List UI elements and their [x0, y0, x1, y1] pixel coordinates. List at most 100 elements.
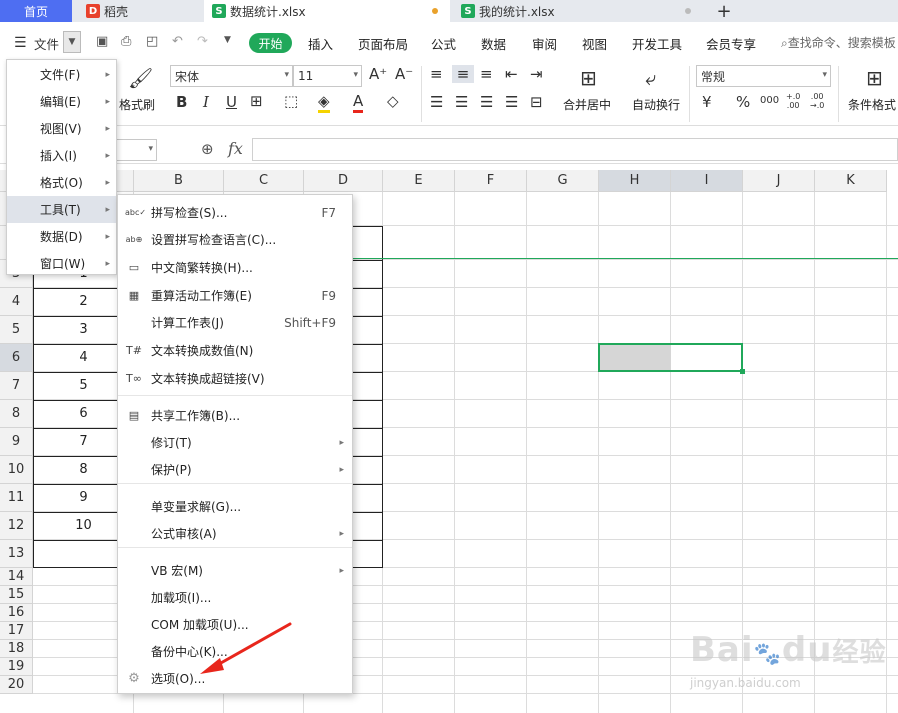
tab-developer[interactable]: 开发工具 — [632, 34, 682, 53]
row-header-20[interactable]: 20 — [0, 676, 33, 694]
tools-menu-item-13[interactable]: VB 宏(M) ▸ — [118, 557, 352, 584]
file-menu-item-1[interactable]: 文件(F) ▸ — [7, 61, 116, 88]
file-menu-item-3[interactable]: 视图(V) ▸ — [7, 115, 116, 142]
tab-view[interactable]: 视图 — [582, 34, 607, 53]
decrease-font-icon[interactable]: A⁻ — [395, 65, 413, 83]
bold-icon[interactable]: B — [176, 93, 187, 111]
fx-icon[interactable]: fx — [228, 139, 243, 158]
increase-decimal-icon[interactable]: +.0 .00 — [786, 92, 800, 110]
align-right-icon[interactable]: ☰ — [480, 93, 493, 111]
row-header-13[interactable]: 13 — [0, 540, 33, 568]
customize-chevron-icon[interactable]: ▼ — [224, 35, 231, 45]
tab-review[interactable]: 审阅 — [532, 34, 557, 53]
row-header-5[interactable]: 5 — [0, 316, 33, 344]
distribute-icon[interactable]: ⊟ — [530, 93, 543, 111]
tools-menu-item-2[interactable]: ab⊕ 设置拼写检查语言(C)... — [118, 226, 352, 253]
file-menu-button[interactable]: 文件 — [34, 34, 59, 53]
row-header-6[interactable]: 6 — [0, 344, 33, 372]
indent-decrease-icon[interactable]: ⇤ — [505, 65, 518, 83]
underline-icon[interactable]: U — [226, 93, 237, 111]
row-header-17[interactable]: 17 — [0, 622, 33, 640]
column-header-f[interactable]: F — [455, 170, 527, 192]
column-header-d[interactable]: D — [304, 170, 383, 192]
row-header-4[interactable]: 4 — [0, 288, 33, 316]
wrap-text-icon[interactable]: ⤶ — [645, 66, 656, 90]
row-header-16[interactable]: 16 — [0, 604, 33, 622]
file-menu-item-6[interactable]: 工具(T) ▸ — [7, 196, 116, 223]
tab-formula[interactable]: 公式 — [431, 34, 456, 53]
tools-menu-item-3[interactable]: ▭ 中文简繁转换(H)... — [118, 254, 352, 281]
merge-center-icon[interactable]: ⊞ — [580, 66, 597, 90]
row-header-11[interactable]: 11 — [0, 484, 33, 512]
tools-menu-item-14[interactable]: 加载项(I)... — [118, 584, 352, 611]
tools-menu-item-10[interactable]: 保护(P) ▸ — [118, 456, 352, 483]
align-bottom-icon[interactable]: ≡ — [480, 65, 493, 83]
italic-icon[interactable]: I — [203, 93, 209, 111]
tab-data[interactable]: 数据 — [481, 34, 506, 53]
column-header-b[interactable]: B — [134, 170, 224, 192]
percent-icon[interactable]: % — [736, 93, 750, 111]
font-size-select[interactable]: 11 ▾ — [293, 65, 362, 87]
column-header-c[interactable]: C — [224, 170, 304, 192]
justify-icon[interactable]: ☰ — [505, 93, 518, 111]
merge-center-label[interactable]: 合并居中 — [563, 96, 611, 113]
font-color-icon[interactable]: A — [353, 92, 364, 113]
row-header-14[interactable]: 14 — [0, 568, 33, 586]
selected-range[interactable] — [598, 343, 745, 374]
new-tab-button[interactable]: + — [712, 0, 736, 22]
format-painter-label[interactable]: 格式刷 — [119, 96, 155, 113]
tools-menu-item-4[interactable]: ▦ 重算活动工作簿(E) F9 — [118, 282, 352, 309]
tools-menu-item-5[interactable]: 计算工作表(J) Shift+F9 — [118, 309, 352, 336]
column-header-j[interactable]: J — [743, 170, 815, 192]
indent-increase-icon[interactable]: ⇥ — [530, 65, 543, 83]
align-left-icon[interactable]: ☰ — [430, 93, 443, 111]
column-header-k[interactable]: K — [815, 170, 887, 192]
row-header-18[interactable]: 18 — [0, 640, 33, 658]
zoom-formula-icon[interactable]: ⊕ — [201, 140, 214, 158]
row-header-19[interactable]: 19 — [0, 658, 33, 676]
align-middle-icon[interactable]: ≡ — [452, 65, 474, 83]
file-menu-item-2[interactable]: 编辑(E) ▸ — [7, 88, 116, 115]
tab-home[interactable]: 首页 — [0, 0, 72, 22]
save-icon[interactable]: ▣ — [96, 34, 108, 49]
fill-color-icon[interactable]: ◈ — [318, 92, 330, 113]
row-header-15[interactable]: 15 — [0, 586, 33, 604]
row-header-8[interactable]: 8 — [0, 400, 33, 428]
conditional-format-icon[interactable]: ⊞ — [866, 66, 883, 90]
format-painter-icon[interactable]: 🖌 — [128, 66, 153, 90]
clear-format-icon[interactable]: ◇ — [387, 92, 399, 110]
tools-menu-item-6[interactable]: T# 文本转换成数值(N) — [118, 337, 352, 364]
formula-input[interactable] — [252, 138, 898, 161]
file-menu-item-7[interactable]: 数据(D) ▸ — [7, 223, 116, 250]
redo-icon[interactable]: ↷ — [197, 34, 208, 49]
name-box[interactable]: ▾ — [115, 139, 157, 161]
decrease-decimal-icon[interactable]: .00 →.0 — [810, 92, 824, 110]
tools-menu-item-12[interactable]: 公式审核(A) ▸ — [118, 520, 352, 547]
tab-docer[interactable]: D 稻壳 — [78, 0, 196, 22]
conditional-format-label[interactable]: 条件格式 — [848, 96, 896, 113]
undo-icon[interactable]: ↶ — [172, 34, 183, 49]
row-header-9[interactable]: 9 — [0, 428, 33, 456]
number-format-select[interactable]: 常规 ▾ — [696, 65, 831, 87]
wrap-text-label[interactable]: 自动换行 — [632, 96, 680, 113]
tab-active-document[interactable]: S 数据统计.xlsx — [204, 0, 450, 22]
tab-insert[interactable]: 插入 — [308, 34, 333, 53]
row-header-10[interactable]: 10 — [0, 456, 33, 484]
tools-menu-item-8[interactable]: ▤ 共享工作簿(B)... — [118, 402, 352, 429]
tab-inactive-document[interactable]: S 我的统计.xlsx — [453, 0, 703, 22]
column-header-e[interactable]: E — [383, 170, 455, 192]
print-preview-icon[interactable]: ◰ — [146, 34, 158, 49]
tab-membership[interactable]: 会员专享 — [706, 34, 756, 53]
tools-menu-item-7[interactable]: T∞ 文本转换成超链接(V) — [118, 365, 352, 392]
file-dropdown-chevron-icon[interactable]: ▼ — [63, 31, 81, 53]
column-header-g[interactable]: G — [527, 170, 599, 192]
print-icon[interactable]: ⎙ — [121, 34, 131, 49]
borders-icon[interactable]: ⊞ — [250, 92, 263, 110]
thousands-icon[interactable]: 000 — [760, 95, 779, 106]
fill-handle[interactable] — [740, 369, 745, 374]
column-header-h[interactable]: H — [599, 170, 671, 192]
align-center-icon[interactable]: ☰ — [455, 93, 468, 111]
align-top-icon[interactable]: ≡ — [430, 65, 443, 83]
column-header-i[interactable]: I — [671, 170, 743, 192]
file-menu-item-5[interactable]: 格式(O) ▸ — [7, 169, 116, 196]
